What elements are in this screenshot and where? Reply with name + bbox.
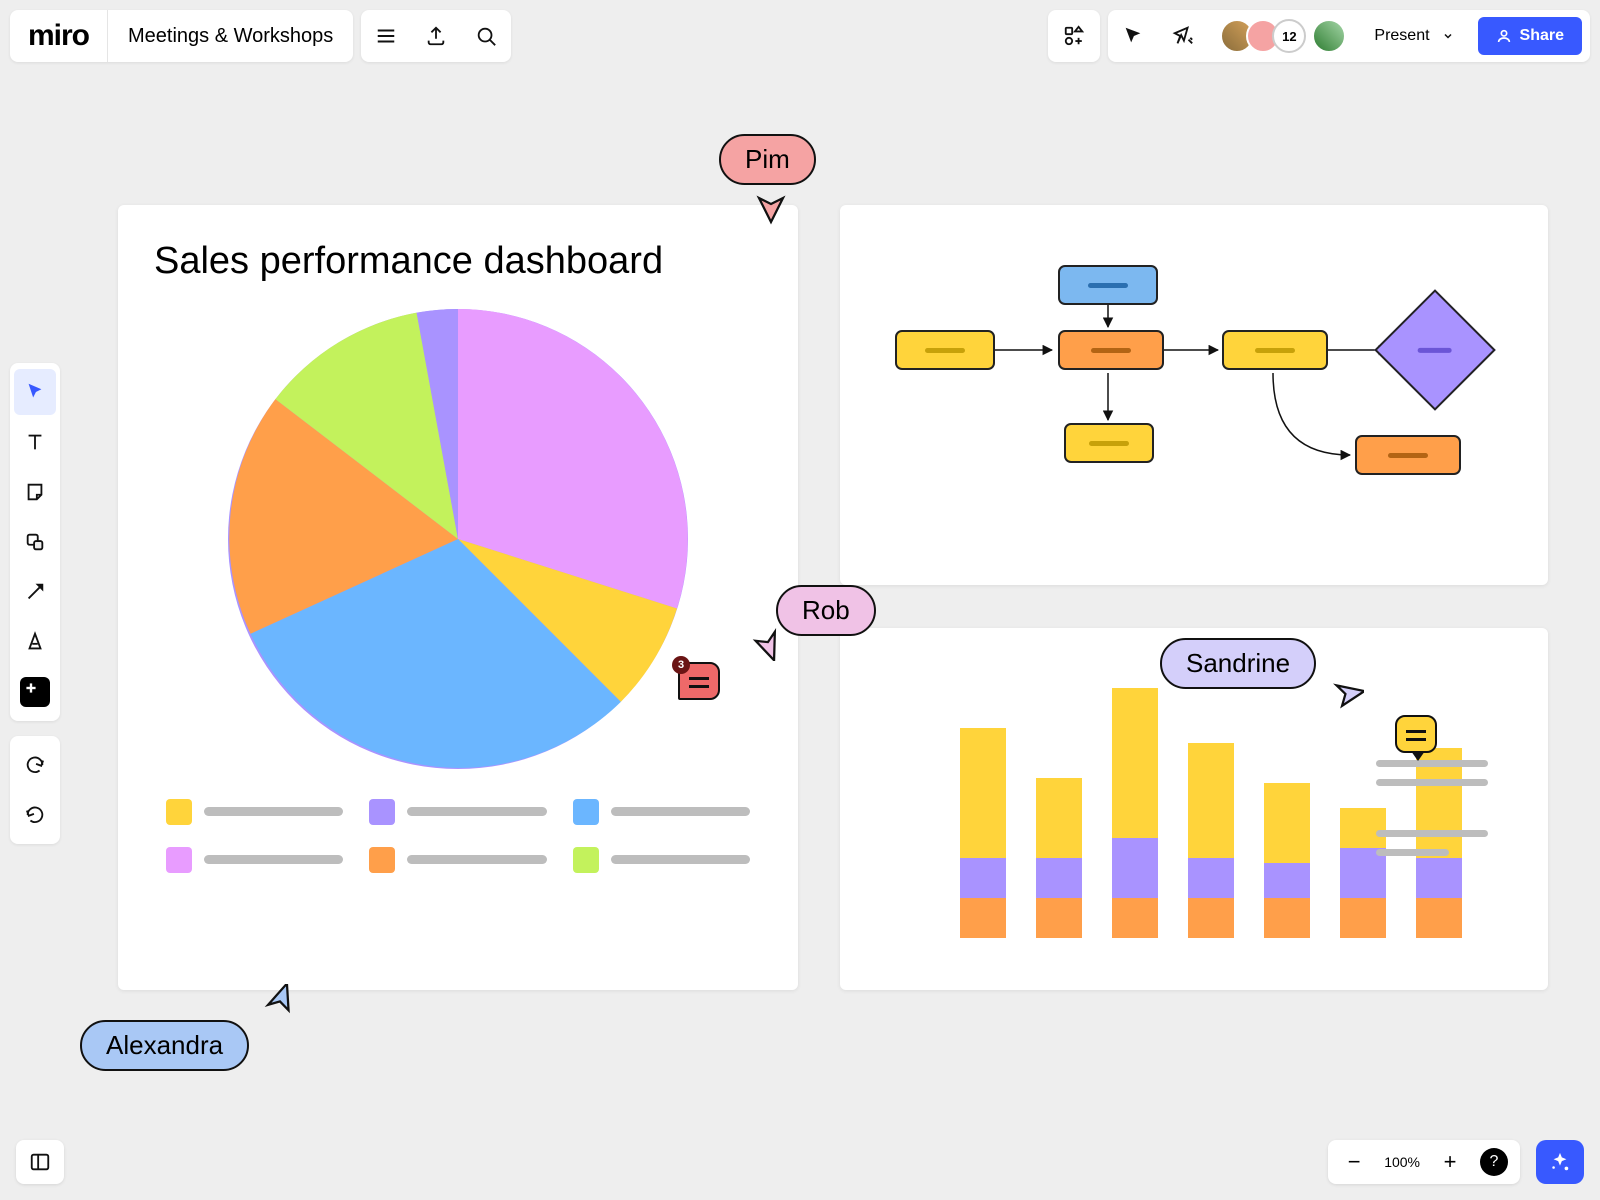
comment-count-badge: 3 <box>672 656 690 674</box>
frame-flowchart[interactable] <box>840 205 1548 585</box>
bar <box>960 728 1006 938</box>
canvas[interactable]: Sales performance dashboard <box>0 0 1600 1200</box>
flow-node[interactable] <box>895 330 995 370</box>
legend-item <box>573 799 750 825</box>
frames-panel-button[interactable] <box>16 1140 64 1184</box>
bar <box>1036 778 1082 938</box>
legend-item <box>166 847 343 873</box>
legend-item <box>369 847 546 873</box>
pie-legend <box>154 799 762 873</box>
bar-legend <box>1376 760 1488 856</box>
flow-node[interactable] <box>1355 435 1461 475</box>
flow-node[interactable] <box>1058 265 1158 305</box>
legend-item <box>166 799 343 825</box>
cursor-pim: Pim <box>719 134 816 185</box>
cursor-sandrine: Sandrine <box>1160 638 1316 689</box>
legend-item <box>369 799 546 825</box>
bar <box>1264 783 1310 938</box>
flow-node[interactable] <box>1058 330 1164 370</box>
help-button[interactable]: ? <box>1480 1148 1508 1176</box>
bar <box>1188 743 1234 938</box>
flow-node[interactable] <box>1222 330 1328 370</box>
cursor-rob: Rob <box>776 585 876 636</box>
zoom-controls: − 100% + ? <box>1328 1140 1520 1184</box>
frame-sales-dashboard[interactable]: Sales performance dashboard <box>118 205 798 990</box>
miro-assist-button[interactable] <box>1536 1140 1584 1184</box>
sticky-comment[interactable] <box>1395 715 1437 753</box>
bar <box>1112 688 1158 938</box>
zoom-in-button[interactable]: + <box>1430 1142 1470 1182</box>
pie-chart[interactable] <box>228 309 688 769</box>
cursor-alexandra: Alexandra <box>80 1020 249 1071</box>
legend-item <box>573 847 750 873</box>
dashboard-title: Sales performance dashboard <box>154 239 762 285</box>
flow-node[interactable] <box>1064 423 1154 463</box>
zoom-level[interactable]: 100% <box>1378 1154 1426 1170</box>
zoom-out-button[interactable]: − <box>1334 1142 1374 1182</box>
comment-pin[interactable]: 3 <box>678 662 720 700</box>
